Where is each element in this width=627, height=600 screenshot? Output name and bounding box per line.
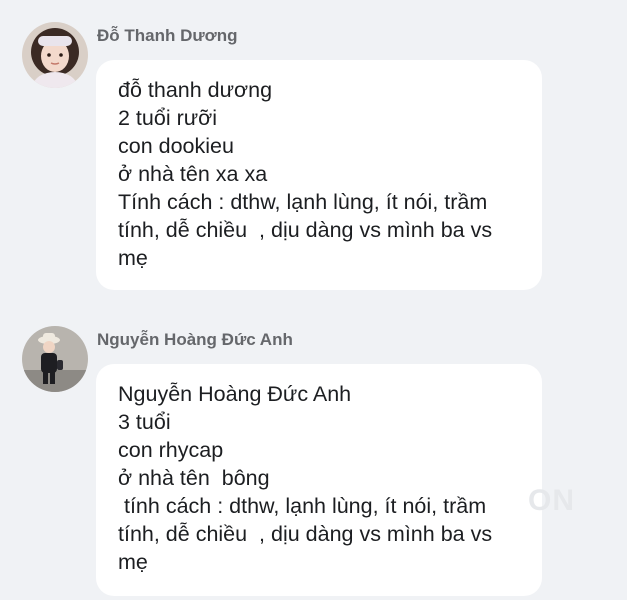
comment-author[interactable]: Nguyễn Hoàng Đức Anh [97, 330, 293, 350]
comment-line: Tính cách : dthw, lạnh lùng, ít nói, trầ… [118, 190, 499, 270]
comment-line: ở nhà tên bông [118, 466, 270, 490]
comment-line: ở nhà tên xa xa [118, 162, 268, 186]
comment-author[interactable]: Đỗ Thanh Dương [97, 26, 238, 46]
avatar[interactable] [22, 22, 88, 88]
boy-in-hat-avatar-icon [22, 326, 88, 392]
comment-line: 3 tuổi [118, 410, 171, 434]
watermark: ON [528, 484, 575, 517]
comment-line: Nguyễn Hoàng Đức Anh [118, 382, 352, 406]
comment-bubble: đỗ thanh dương 2 tuổi rưỡi con dookieu ở… [96, 60, 542, 290]
comment-line: tính cách : dthw, lạnh lùng, ít nói, trầ… [118, 494, 499, 574]
avatar[interactable] [22, 326, 88, 392]
comment-line: con dookieu [118, 134, 234, 158]
comment-line: 2 tuổi rưỡi [118, 106, 217, 130]
comment-bubble: Nguyễn Hoàng Đức Anh 3 tuổi con rhycap ở… [96, 364, 542, 596]
child-portrait-avatar-icon [22, 22, 88, 88]
comment-line: con rhycap [118, 438, 224, 462]
comment-line: đỗ thanh dương [118, 78, 273, 102]
